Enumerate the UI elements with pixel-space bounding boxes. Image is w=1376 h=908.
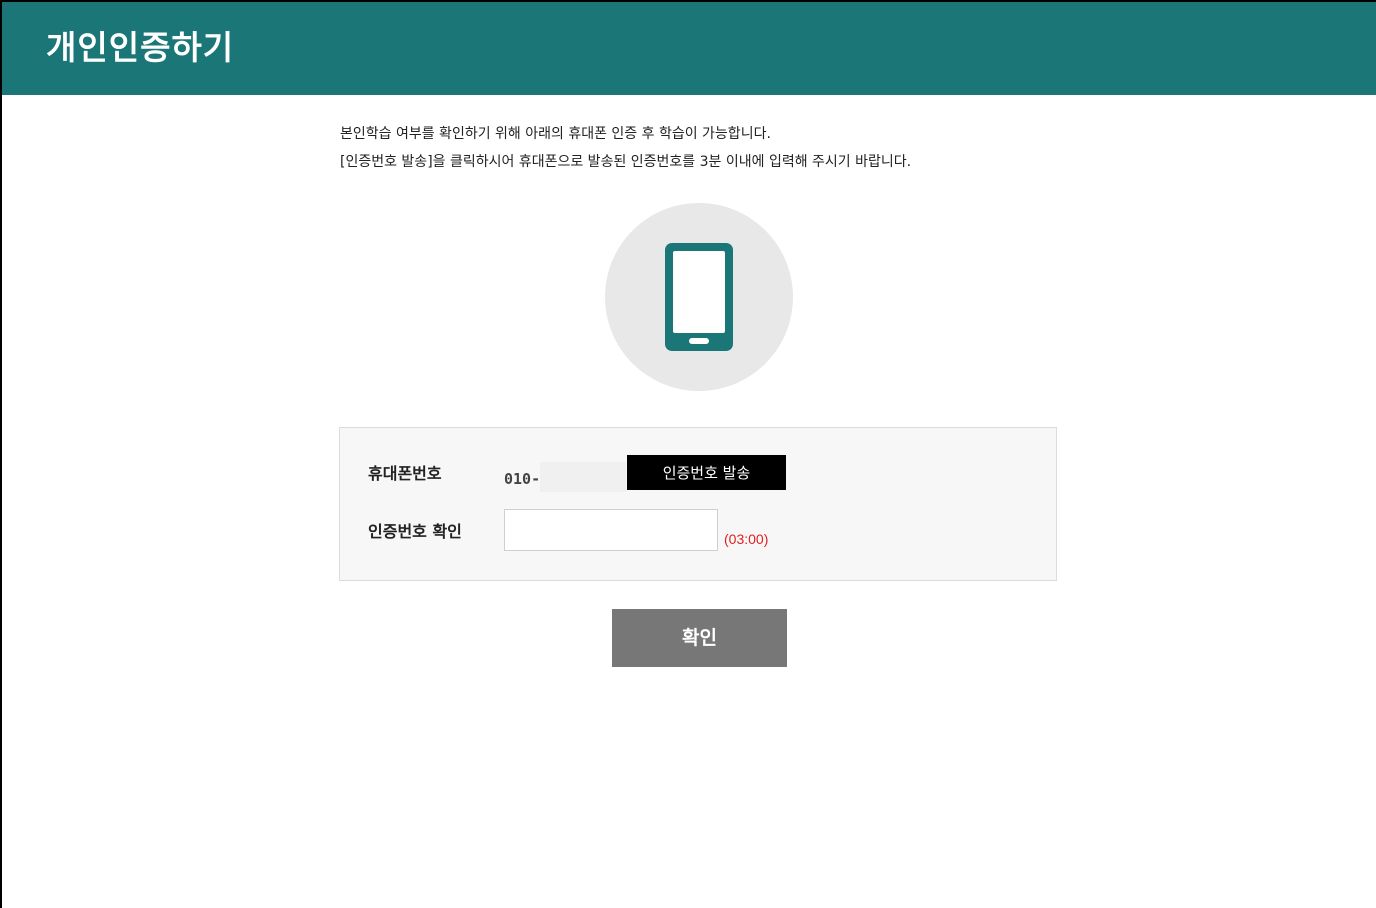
confirm-button[interactable]: 확인 [612, 609, 787, 667]
send-code-button[interactable]: 인증번호 발송 [627, 455, 786, 490]
intro-line-2: [인증번호 발송]을 클릭하시어 휴대폰으로 발송된 인증번호를 3분 이내에 … [340, 154, 912, 170]
verification-form: 휴대폰번호 010- 인증번호 발송 인증번호 확인 (03:00) [339, 427, 1057, 581]
phone-icon-circle [605, 203, 793, 391]
intro-text: 본인학습 여부를 확인하기 위해 아래의 휴대폰 인증 후 학습이 가능합니다.… [340, 120, 1100, 176]
countdown-timer: (03:00) [724, 531, 769, 547]
smartphone-icon [665, 243, 733, 351]
verification-code-label: 인증번호 확인 [368, 522, 462, 541]
intro-line-1: 본인학습 여부를 확인하기 위해 아래의 휴대폰 인증 후 학습이 가능합니다. [340, 126, 771, 142]
page-title: 개인인증하기 [46, 28, 235, 67]
verification-code-input[interactable] [504, 509, 718, 551]
phone-number-label: 휴대폰번호 [368, 464, 442, 483]
phone-number-masked [540, 462, 626, 492]
phone-number-value: 010- [504, 470, 541, 488]
header-bar: 개인인증하기 [2, 2, 1376, 95]
